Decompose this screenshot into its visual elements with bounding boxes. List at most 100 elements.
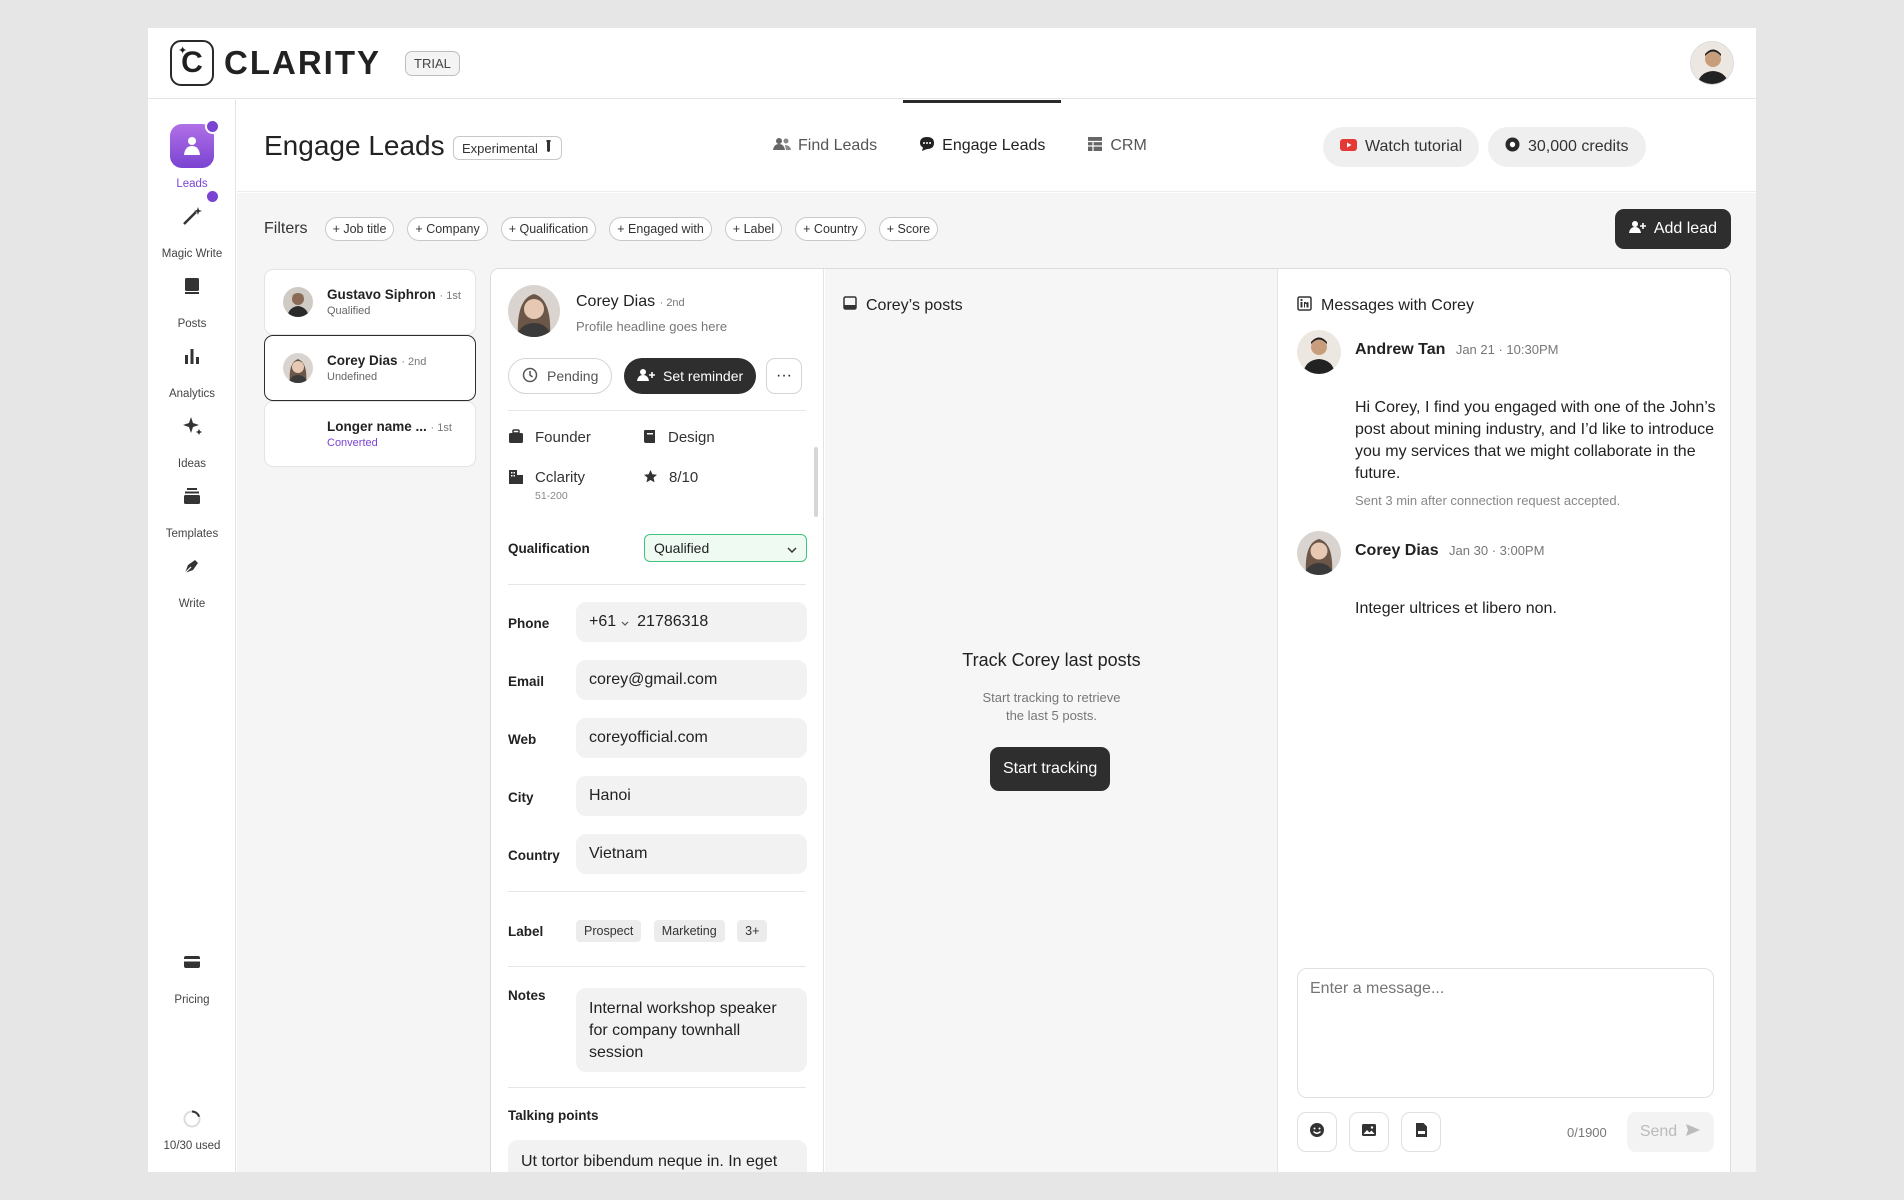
- set-reminder-button[interactable]: Set reminder: [624, 358, 757, 394]
- posts-title-text: Corey’s posts: [866, 296, 963, 314]
- message-timestamp: Jan 21 · 10:30PM: [1455, 342, 1559, 357]
- file-button[interactable]: [1401, 1112, 1441, 1152]
- chevron-down-icon: [621, 613, 629, 631]
- lead-list-item[interactable]: Gustavo Siphron · 1st Qualified: [264, 269, 476, 335]
- rail-item-write[interactable]: Write: [148, 544, 236, 610]
- linkedin-icon: [1297, 296, 1312, 316]
- phone-field[interactable]: +61 21786318: [576, 602, 807, 642]
- experimental-badge: Experimental: [453, 136, 562, 160]
- filter-chip-score[interactable]: + Score: [878, 217, 939, 241]
- youtube-icon: [1340, 138, 1357, 156]
- rail-item-analytics[interactable]: Analytics: [148, 334, 236, 400]
- sparkle-icon: [170, 404, 214, 448]
- add-lead-label: Add lead: [1653, 220, 1717, 237]
- lead-list-item[interactable]: Corey Dias · 2nd Undefined: [264, 335, 476, 401]
- tab-engage-leads[interactable]: Engage Leads: [903, 100, 1062, 192]
- qualification-select[interactable]: Qualified: [644, 534, 807, 562]
- app-window: ✦ C CLARITY TRIAL Leads Magic Write Post…: [148, 28, 1756, 1172]
- more-button[interactable]: ···: [766, 358, 802, 394]
- rail-item-posts[interactable]: Posts: [148, 264, 236, 330]
- users-add-icon: [637, 368, 655, 385]
- main-nav: Find Leads Engage Leads CRM: [773, 100, 1147, 192]
- scrollbar[interactable]: [814, 447, 818, 517]
- talking-points-field[interactable]: Ut tortor bibendum neque in. In eget: [508, 1140, 807, 1172]
- pen-icon: [170, 544, 214, 588]
- star-icon: [643, 469, 658, 488]
- usage-label: 10/30 used: [163, 1140, 221, 1152]
- magic-wand-icon: [170, 189, 220, 238]
- department-row: Design: [643, 429, 715, 448]
- label-tags: Prospect Marketing 3+: [576, 920, 775, 942]
- department-value: Design: [668, 429, 715, 446]
- templates-icon: [170, 474, 214, 518]
- filter-chip-country[interactable]: + Country: [795, 217, 866, 241]
- score-row: 8/10: [643, 469, 698, 488]
- phone-country-code[interactable]: +61: [589, 613, 616, 631]
- empty-state-line: Start tracking to retrieve: [982, 690, 1121, 705]
- usage-indicator: 10/30 used: [148, 1108, 236, 1152]
- send-button[interactable]: Send: [1627, 1112, 1714, 1152]
- message-sender: Corey Dias: [1355, 542, 1439, 559]
- start-tracking-button[interactable]: Start tracking: [990, 747, 1111, 791]
- lead-status: Qualified: [327, 305, 371, 317]
- credits-label: 30,000 credits: [1528, 138, 1629, 155]
- web-field[interactable]: coreyofficial.com: [576, 718, 807, 758]
- lead-degree: · 1st: [430, 422, 452, 434]
- pending-label: Pending: [547, 368, 599, 384]
- message-input[interactable]: [1297, 968, 1714, 1098]
- rail-item-leads[interactable]: Leads: [148, 119, 236, 190]
- city-field[interactable]: Hanoi: [576, 776, 807, 816]
- filter-chip-label[interactable]: + Label: [724, 217, 783, 241]
- logo[interactable]: ✦ C CLARITY TRIAL: [170, 40, 460, 86]
- label-tag[interactable]: Marketing: [653, 920, 725, 942]
- notes-field[interactable]: Internal workshop speaker for company to…: [576, 988, 807, 1072]
- emoji-button[interactable]: [1297, 1112, 1337, 1152]
- progress-ring-icon: [181, 1108, 203, 1130]
- watch-tutorial-button[interactable]: Watch tutorial: [1323, 127, 1480, 167]
- send-icon: [1685, 1123, 1701, 1142]
- add-lead-button[interactable]: Add lead: [1614, 209, 1731, 249]
- messages-column: Messages with Corey Andrew Tan Jan 21 · …: [1279, 269, 1730, 1172]
- tab-find-leads[interactable]: Find Leads: [773, 100, 877, 192]
- add-user-icon: [1628, 220, 1646, 239]
- rail-item-ideas[interactable]: Ideas: [148, 404, 236, 470]
- rail-item-magic-write[interactable]: Magic Write: [148, 189, 236, 260]
- rail-item-pricing[interactable]: Pricing: [148, 940, 236, 1006]
- pending-button[interactable]: Pending: [508, 358, 613, 394]
- avatar: [283, 419, 313, 449]
- rail-item-templates[interactable]: Templates: [148, 474, 236, 540]
- city-label: City: [508, 790, 534, 805]
- label-label: Label: [508, 924, 544, 939]
- filter-chip-qualification[interactable]: + Qualification: [500, 217, 597, 241]
- score-value: 8/10: [669, 469, 699, 486]
- lead-list-item[interactable]: Longer name ... · 1st Converted: [264, 401, 476, 467]
- crown-icon: [205, 189, 220, 204]
- building-icon: [508, 469, 524, 488]
- filter-chip-engaged-with[interactable]: + Engaged with: [609, 217, 712, 241]
- user-avatar[interactable]: [1690, 41, 1734, 85]
- rail-label: Leads: [176, 178, 208, 190]
- job-title-row: Founder: [508, 429, 591, 448]
- avatar: [283, 353, 313, 383]
- logo-mark-icon: ✦ C: [170, 40, 214, 86]
- profile-headline: Profile headline goes here: [576, 319, 728, 334]
- filter-chip-company[interactable]: + Company: [407, 217, 488, 241]
- empty-state-subtitle: Start tracking to retrieve the last 5 po…: [825, 689, 1278, 725]
- tab-crm[interactable]: CRM: [1087, 100, 1147, 192]
- label-tag[interactable]: Prospect: [576, 920, 642, 942]
- message-sender-line: Corey Dias Jan 30 · 3:00PM: [1355, 542, 1544, 560]
- message-timestamp: Jan 30 · 3:00PM: [1449, 543, 1545, 558]
- flask-icon: [544, 140, 553, 156]
- email-field[interactable]: corey@gmail.com: [576, 660, 807, 700]
- experimental-label: Experimental: [462, 140, 538, 156]
- filter-chip-job-title[interactable]: + Job title: [324, 217, 395, 241]
- left-rail: Leads Magic Write Posts Analytics Ideas …: [148, 100, 236, 1172]
- image-button[interactable]: [1349, 1112, 1389, 1152]
- credits-button[interactable]: 30,000 credits: [1488, 127, 1646, 167]
- empty-state-title: Track Corey last posts: [962, 650, 1141, 670]
- label-tag-more[interactable]: 3+: [737, 920, 768, 942]
- lead-status: Undefined: [327, 371, 378, 383]
- country-field[interactable]: Vietnam: [576, 834, 807, 874]
- messages-title-text: Messages with Corey: [1321, 297, 1474, 314]
- brand-name: CLARITY: [224, 44, 381, 81]
